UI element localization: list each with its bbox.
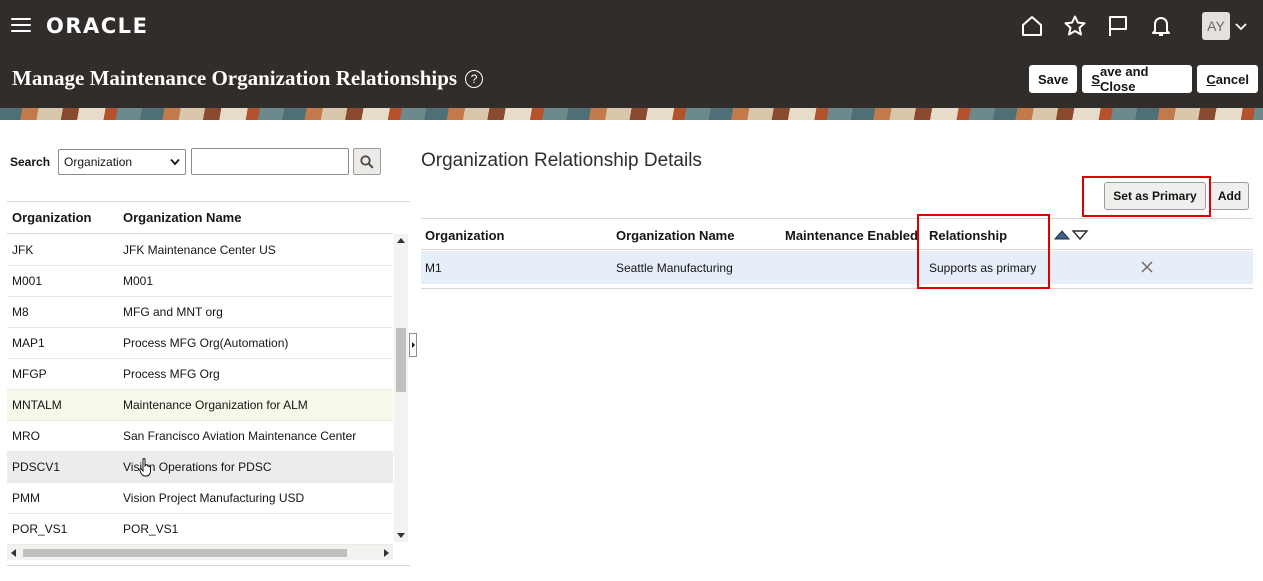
search-select-value: Organization — [64, 154, 133, 169]
organizations-table: Organization Organization Name JFK JFK Ma… — [7, 201, 410, 566]
help-icon[interactable]: ? — [465, 69, 484, 88]
column-header-organization-name[interactable]: Organization Name — [118, 210, 241, 225]
add-button[interactable]: Add — [1210, 182, 1249, 210]
search-field-select[interactable]: Organization — [58, 148, 187, 175]
table-body: JFK JFK Maintenance Center US M001 M001 M8… — [7, 235, 393, 545]
table-row-selected[interactable]: MNTALM Maintenance Organization for ALM — [7, 390, 393, 421]
page-title: Manage Maintenance Organization Relation… — [12, 66, 458, 90]
search-bar: Search Organization — [10, 148, 382, 175]
column-header-maintenance-enabled[interactable]: Maintenance Enabled — [785, 228, 918, 243]
table-row[interactable]: M8 MFG and MNT org — [7, 297, 393, 328]
cell-organization: MAP1 — [12, 336, 45, 350]
menu-icon[interactable] — [11, 16, 31, 34]
bell-icon[interactable] — [1147, 13, 1175, 39]
magnifier-icon — [360, 154, 374, 169]
table-row-selected[interactable]: M1 Seattle Manufacturing Supports as pri… — [421, 251, 1253, 284]
cell-organization-name: Process MFG Org — [123, 367, 220, 381]
accesskey-c: C — [1206, 71, 1216, 87]
table-row[interactable]: JFK JFK Maintenance Center US — [7, 235, 393, 266]
search-label: Search — [10, 154, 51, 169]
table-row-hovered[interactable]: PDSCV1 Vision Operations for PDSC — [7, 452, 393, 483]
search-button[interactable] — [353, 148, 382, 175]
cell-organization: MNTALM — [12, 398, 62, 412]
save-and-close-button[interactable]: Save and Close — [1082, 64, 1193, 94]
table-row[interactable]: M001 M001 — [7, 266, 393, 297]
save-and-close-label: ave and Close — [1100, 64, 1149, 94]
table-row[interactable]: MFGP Process MFG Org — [7, 359, 393, 390]
divider — [7, 565, 410, 566]
table-row[interactable]: MRO San Francisco Aviation Maintenance Ce… — [7, 421, 393, 452]
cell-organization: M001 — [12, 274, 43, 288]
cell-organization-name: Maintenance Organization for ALM — [123, 398, 308, 412]
global-header: ORACLE AY Manage Maintenance Organizatio… — [0, 0, 1263, 108]
cell-organization-name: Vision Project Manufacturing USD — [123, 491, 305, 505]
cell-organization: POR_VS1 — [12, 522, 68, 536]
cell-organization-name: San Francisco Aviation Maintenance Cente… — [123, 429, 357, 443]
table-row[interactable]: PMM Vision Project Manufacturing USD — [7, 483, 393, 514]
cell-organization-name: MFG and MNT org — [123, 305, 223, 319]
vertical-scrollbar[interactable] — [394, 234, 408, 542]
relationships-table-header: Organization Organization Name Maintenan… — [421, 218, 1253, 250]
cell-organization-name: M001 — [123, 274, 154, 288]
sort-arrows-icon[interactable] — [1054, 228, 1090, 242]
decorative-banner — [0, 108, 1263, 120]
cell-organization-name: POR_VS1 — [123, 522, 179, 536]
scroll-thumb[interactable] — [23, 549, 347, 557]
table-header: Organization Organization Name — [7, 202, 393, 234]
column-header-organization[interactable]: Organization — [425, 228, 504, 243]
search-input[interactable] — [191, 148, 350, 175]
chevron-down-icon — [170, 158, 180, 165]
column-header-organization-name[interactable]: Organization Name — [616, 228, 734, 243]
cell-organization: M1 — [425, 261, 442, 275]
avatar[interactable]: AY — [1202, 12, 1230, 40]
cell-organization: JFK — [12, 243, 34, 257]
section-title: Organization Relationship Details — [421, 150, 702, 171]
scroll-thumb[interactable] — [396, 328, 406, 392]
star-icon[interactable] — [1061, 13, 1089, 39]
divider — [421, 288, 1253, 289]
scroll-up-icon[interactable] — [397, 238, 405, 243]
cancel-label: ancel — [1215, 71, 1249, 87]
set-as-primary-button[interactable]: Set as Primary — [1104, 182, 1206, 210]
cancel-button[interactable]: Cancel — [1197, 65, 1258, 93]
cell-organization: MRO — [12, 429, 40, 443]
cell-organization-name: Seattle Manufacturing — [616, 261, 733, 275]
cell-organization: PMM — [12, 491, 40, 505]
cell-organization: M8 — [12, 305, 29, 319]
page-actions: Save Save and Close Cancel — [1029, 64, 1263, 94]
cell-organization: PDSCV1 — [12, 460, 61, 474]
home-icon[interactable] — [1018, 13, 1046, 39]
horizontal-scrollbar[interactable] — [7, 545, 393, 560]
panel-splitter-collapse[interactable] — [409, 333, 417, 357]
global-icons — [1018, 13, 1190, 39]
cell-organization-name: JFK Maintenance Center US — [123, 243, 276, 257]
table-row[interactable]: MAP1 Process MFG Org(Automation) — [7, 328, 393, 359]
table-row[interactable]: POR_VS1 POR_VS1 — [7, 514, 393, 545]
scroll-down-icon[interactable] — [397, 533, 405, 538]
column-header-organization[interactable]: Organization — [7, 210, 118, 225]
accesskey-s: S — [1091, 71, 1101, 87]
scroll-left-icon[interactable] — [11, 549, 16, 557]
column-header-relationship[interactable]: Relationship — [929, 228, 1007, 243]
page-title-row: Manage Maintenance Organization Relation… — [12, 66, 484, 91]
close-icon[interactable] — [1140, 260, 1154, 274]
flag-icon[interactable] — [1104, 13, 1132, 39]
oracle-logo: ORACLE — [46, 14, 149, 38]
scroll-right-icon[interactable] — [384, 549, 389, 557]
cell-relationship: Supports as primary — [929, 261, 1037, 275]
chevron-down-icon[interactable] — [1235, 20, 1247, 32]
save-button[interactable]: Save — [1029, 65, 1078, 93]
cell-organization-name: Process MFG Org(Automation) — [123, 336, 289, 350]
cell-organization-name: Vision Operations for PDSC — [123, 460, 272, 474]
cell-organization: MFGP — [12, 367, 47, 381]
